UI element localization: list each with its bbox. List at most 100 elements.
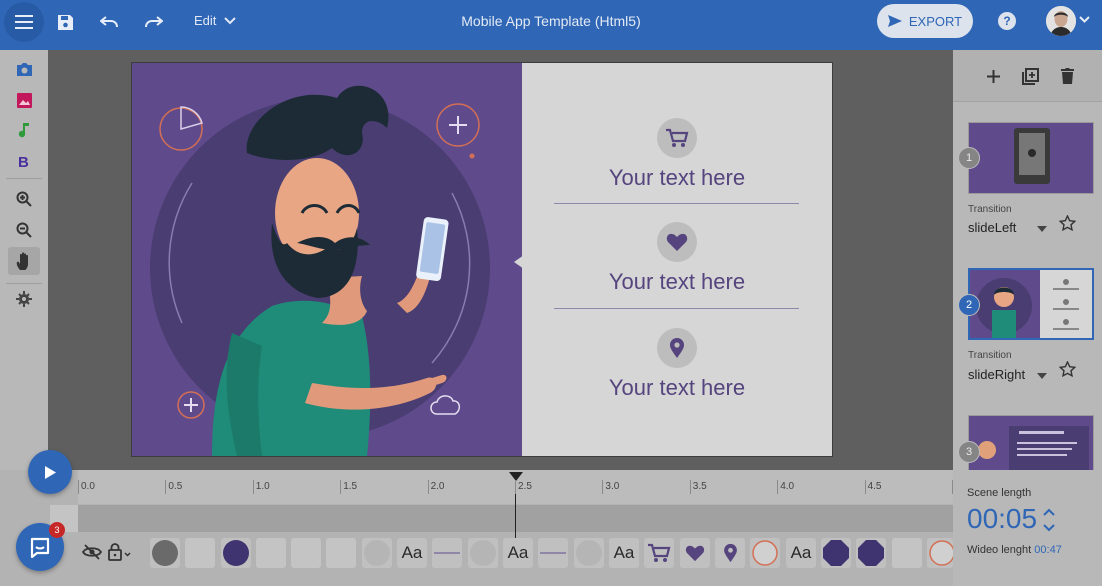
text-block[interactable]: Your text here <box>522 328 832 401</box>
dropdown-caret-icon[interactable] <box>1037 373 1047 379</box>
line-shape-icon <box>540 552 566 554</box>
zoom-in-button[interactable] <box>12 187 36 211</box>
element-outline-circle[interactable] <box>750 538 780 568</box>
element-location-pin[interactable] <box>715 538 745 568</box>
slide-text-panel[interactable]: Your text here Your text here Your text … <box>514 63 832 456</box>
redo-button[interactable] <box>142 10 166 34</box>
element-text[interactable]: Aa <box>397 538 427 568</box>
ruler-tick <box>252 480 254 494</box>
wideo-length-label: Wideo lenght <box>967 544 1032 556</box>
star-outline-icon[interactable] <box>1059 361 1076 377</box>
duplicate-scene-button[interactable] <box>1020 66 1040 86</box>
element-blank[interactable] <box>185 538 215 568</box>
ruler-tick-label: 2.0 <box>430 481 445 492</box>
text-block[interactable]: Your text here <box>522 118 832 191</box>
menu-button[interactable] <box>4 2 44 42</box>
panel-pointer-icon <box>514 255 524 269</box>
cart-icon-badge <box>657 118 697 158</box>
zoom-out-icon <box>16 222 32 238</box>
scene-length-value[interactable]: 00:05 <box>967 503 1037 535</box>
chevron-up-icon[interactable] <box>1043 508 1055 516</box>
scene-preview-image <box>969 416 1093 470</box>
element-text[interactable]: Aa <box>609 538 639 568</box>
save-icon <box>57 14 73 30</box>
element-text[interactable]: Aa <box>503 538 533 568</box>
element-line[interactable] <box>432 538 462 568</box>
add-music-button[interactable] <box>12 118 36 142</box>
slide-illustration-panel[interactable] <box>132 63 522 456</box>
ruler-tick-label: 2.5 <box>518 481 532 492</box>
help-button[interactable]: ? <box>998 12 1016 30</box>
undo-button[interactable] <box>97 10 121 34</box>
add-scene-button[interactable] <box>983 66 1003 86</box>
zoom-out-button[interactable] <box>12 218 36 242</box>
ruler-tick <box>602 480 604 494</box>
element-light-circle[interactable] <box>574 538 604 568</box>
transition-select[interactable]: slideLeft <box>968 220 1016 235</box>
scene-preview-image <box>970 270 1092 338</box>
ruler-tick <box>340 480 342 494</box>
ruler-tick-label: 4.0 <box>780 481 795 492</box>
element-line[interactable] <box>538 538 568 568</box>
element-blank[interactable] <box>326 538 356 568</box>
scene-thumbnail-2[interactable] <box>968 268 1094 340</box>
element-blank[interactable] <box>256 538 286 568</box>
element-blank[interactable] <box>892 538 922 568</box>
visibility-off-icon[interactable] <box>82 544 102 560</box>
lock-icon[interactable] <box>108 543 132 561</box>
save-button[interactable] <box>53 10 77 34</box>
settings-button[interactable] <box>12 287 36 311</box>
slide-canvas[interactable]: Your text here Your text here Your text … <box>131 62 833 457</box>
ruler-tick-label: 3.5 <box>692 481 707 492</box>
gear-icon <box>16 291 32 307</box>
playhead-handle[interactable] <box>509 472 523 481</box>
element-octagon[interactable] <box>856 538 886 568</box>
music-note-icon <box>18 123 29 138</box>
cart-icon <box>648 543 671 562</box>
camera-icon <box>16 62 32 76</box>
top-bar: Edit Mobile App Template (Html5) EXPORT … <box>0 0 1102 50</box>
element-purple-circle[interactable] <box>221 538 251 568</box>
pan-tool-button[interactable] <box>8 247 40 275</box>
element-light-circle[interactable] <box>468 538 498 568</box>
edit-menu[interactable]: Edit <box>194 13 237 28</box>
element-heart[interactable] <box>680 538 710 568</box>
element-cart[interactable] <box>644 538 674 568</box>
scene-preview-image <box>969 123 1093 193</box>
delete-scene-button[interactable] <box>1057 66 1077 86</box>
heart-icon <box>685 545 705 561</box>
cart-icon <box>666 128 689 147</box>
element-octagon[interactable] <box>821 538 851 568</box>
ruler-tick-label: 4.5 <box>867 481 882 492</box>
add-camera-button[interactable] <box>12 57 36 81</box>
line-shape-icon <box>434 552 460 554</box>
add-image-button[interactable] <box>12 88 36 112</box>
scene-length-panel: Scene length 00:05 Wideo lenght 00:47 <box>953 470 1102 586</box>
play-button[interactable] <box>28 450 72 494</box>
transition-select[interactable]: slideRight <box>968 367 1025 382</box>
text-block-label: Your text here <box>608 165 746 190</box>
timeline: Aa Aa Aa Aa 0.0 0.5 1.0 1.5 2.0 2.5 3.0 3.5 4.0 4… <box>0 470 969 586</box>
toolbar-divider <box>6 283 42 284</box>
element-outline-circle[interactable] <box>927 538 953 568</box>
scene-number-badge: 1 <box>958 147 980 169</box>
scene-thumbnail-1[interactable] <box>968 122 1094 194</box>
element-blank[interactable] <box>291 538 321 568</box>
element-gray-circle[interactable] <box>150 538 180 568</box>
hand-icon <box>16 251 28 270</box>
export-button[interactable]: EXPORT <box>877 4 973 38</box>
chevron-down-icon[interactable] <box>1043 524 1055 532</box>
text-block[interactable]: Your text here <box>522 222 832 295</box>
light-circle-shape-icon <box>364 540 390 566</box>
element-text[interactable]: Aa <box>786 538 816 568</box>
scene-thumbnail-3[interactable] <box>968 415 1094 470</box>
bearded-man-with-phone-illustration[interactable] <box>132 63 522 456</box>
ruler-tick-label: 3.0 <box>605 481 620 492</box>
avatar[interactable] <box>1046 6 1076 36</box>
add-text-button[interactable]: B <box>12 149 36 173</box>
element-light-circle[interactable] <box>362 538 392 568</box>
dropdown-caret-icon[interactable] <box>1037 226 1047 232</box>
star-outline-icon[interactable] <box>1059 215 1076 231</box>
text-block-label: Your text here <box>608 375 746 400</box>
avatar-chevron-down-icon[interactable] <box>1079 16 1090 23</box>
